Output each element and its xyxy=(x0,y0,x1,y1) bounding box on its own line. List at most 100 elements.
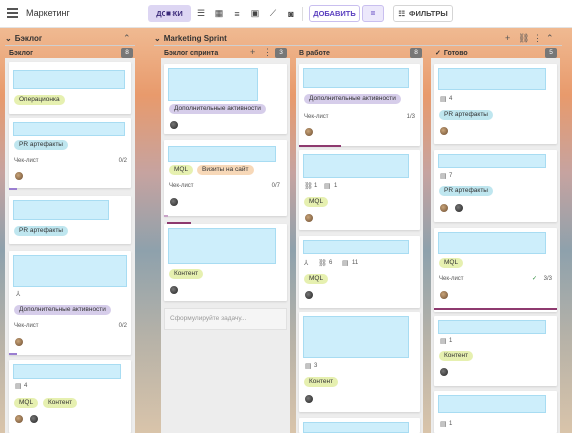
task-card[interactable]: ▤ 1 xyxy=(434,391,557,433)
group-toggle-button[interactable]: = xyxy=(362,5,384,22)
avatar xyxy=(169,197,179,207)
task-card[interactable]: ▤ 3 Контент xyxy=(299,312,420,412)
task-card[interactable]: ⅄ ⛓ 6 ▤ 11 MQL xyxy=(299,236,420,308)
card-cover xyxy=(13,255,127,287)
collapse-icon[interactable]: ⌃ xyxy=(123,33,131,44)
tag: Дополнительные активности xyxy=(14,305,111,315)
task-card[interactable]: Дополнительные активности Чек-лист 1/3 xyxy=(299,64,420,147)
collapse-icon[interactable]: ⌃ xyxy=(546,33,554,44)
link-icon: ⛓ xyxy=(304,183,313,190)
add-icon[interactable]: + xyxy=(505,33,510,43)
boards-icon xyxy=(164,10,172,17)
card-cover xyxy=(168,146,276,162)
card-cover xyxy=(13,70,125,89)
column-count: 8 xyxy=(121,48,133,58)
link-count: 6 xyxy=(329,260,333,266)
comment-count: 4 xyxy=(24,383,28,389)
avatar xyxy=(29,414,39,424)
card-cover xyxy=(303,316,409,358)
task-card[interactable]: Дополнительные активности xyxy=(164,64,287,134)
task-card[interactable]: MQL Чек-лист ✓ 3/3 xyxy=(434,228,557,312)
tag: Контент xyxy=(43,398,78,408)
task-card[interactable]: ▤ 4 PR артефакты xyxy=(434,64,557,144)
check-icon: ✓ xyxy=(532,276,538,282)
tag: PR артефакты xyxy=(14,226,68,236)
comment-count: 3 xyxy=(314,363,318,369)
chart-view-icon[interactable]: ⟋ xyxy=(265,5,281,22)
tag: MQL xyxy=(14,398,39,408)
more-icon[interactable]: ⋮ xyxy=(533,33,542,44)
list-view-icon[interactable]: ☰ xyxy=(193,5,209,22)
avatar xyxy=(304,127,314,137)
card-cover xyxy=(13,122,125,136)
avatar xyxy=(439,203,449,213)
link-icon[interactable]: ⛓ xyxy=(518,33,529,44)
avatar xyxy=(304,213,314,223)
card-cover xyxy=(438,154,546,168)
checklist-label: Чек-лист xyxy=(169,183,194,189)
card-cover xyxy=(438,232,546,254)
column-title: Готово xyxy=(443,49,468,57)
avatar xyxy=(304,394,314,404)
table-view-icon[interactable]: ▦ xyxy=(211,5,227,22)
add-button[interactable]: ДОБАВИТЬ xyxy=(309,5,360,22)
checklist-progress: 3/3 xyxy=(543,276,552,282)
task-card[interactable]: ⅄ Дополнительные активности Чек-лист 0/2 xyxy=(9,251,131,355)
gantt-view-icon[interactable]: ≡ xyxy=(229,5,245,22)
task-card[interactable]: ▤ 4 MQL Контент xyxy=(9,360,131,433)
check-icon: ✓ xyxy=(435,50,441,57)
task-card[interactable]: ⛓ 1 ▤ 1 MQL xyxy=(299,150,420,230)
tag: MQL xyxy=(304,197,329,207)
archive-view-icon[interactable]: ◙ xyxy=(283,5,299,22)
tag: PR артефакты xyxy=(14,140,68,150)
progress-bar xyxy=(434,308,557,310)
tag: Дополнительные активности xyxy=(169,104,266,114)
filters-button[interactable]: ☷ ФИЛЬТРЫ xyxy=(393,5,453,22)
progress-bar xyxy=(9,188,17,190)
card-cover xyxy=(438,320,546,334)
group-header-sprint[interactable]: ⌄ Marketing Sprint xyxy=(154,31,227,45)
card-cover xyxy=(13,364,121,379)
checklist-progress: 0/7 xyxy=(271,183,280,189)
task-card[interactable]: Контент xyxy=(164,224,287,301)
tag: Дополнительные активности xyxy=(304,94,401,104)
task-card[interactable]: Операционка xyxy=(9,62,131,114)
tag: MQL xyxy=(439,258,464,268)
page-title: Маркетинг xyxy=(26,8,70,18)
group-title: Бэклог xyxy=(14,33,43,43)
new-task-input[interactable]: Сформулируйте задачу... xyxy=(164,308,287,330)
link-count: 1 xyxy=(314,183,318,189)
column-count: 8 xyxy=(410,48,422,58)
group-header-backlog[interactable]: ⌄ Бэклог xyxy=(5,31,42,45)
tag: Визиты на сайт xyxy=(197,165,254,175)
task-card[interactable]: ▤ 1 Контент xyxy=(434,316,557,386)
avatar xyxy=(14,414,24,424)
avatar xyxy=(439,367,449,377)
task-card[interactable]: ▤ 7 PR артефакты xyxy=(434,150,557,222)
progress-bar xyxy=(299,145,341,147)
chevron-down-icon: ⌄ xyxy=(5,33,12,43)
add-card-icon[interactable]: + xyxy=(250,47,255,57)
calendar-view-icon[interactable]: ▣ xyxy=(247,5,263,22)
task-card[interactable]: MQL Визиты на сайт Чек-лист 0/7 xyxy=(164,140,287,217)
card-cover xyxy=(303,68,409,88)
filters-label: ФИЛЬТРЫ xyxy=(409,9,448,18)
progress-bar xyxy=(164,215,168,217)
comment-count: 7 xyxy=(449,173,453,179)
menu-icon[interactable] xyxy=(7,8,18,18)
task-card[interactable] xyxy=(299,418,420,433)
link-icon: ⛓ xyxy=(318,260,327,267)
task-card[interactable]: PR артефакты Чек-лист 0/2 xyxy=(9,118,131,190)
card-cover xyxy=(303,240,409,254)
subtasks-icon: ⅄ xyxy=(304,260,309,267)
checklist-label: Чек-лист xyxy=(14,323,39,329)
avatar xyxy=(439,126,449,136)
task-card[interactable]: PR артефакты xyxy=(9,196,131,244)
more-icon[interactable]: ⋮ xyxy=(263,47,272,58)
boards-button[interactable]: ДОСКИ xyxy=(148,5,191,22)
comment-icon: ▤ xyxy=(440,96,447,103)
tag: PR артефакты xyxy=(439,110,493,120)
checklist-progress: 1/3 xyxy=(406,114,415,120)
comment-icon: ▤ xyxy=(15,383,22,390)
avatar xyxy=(14,171,24,181)
